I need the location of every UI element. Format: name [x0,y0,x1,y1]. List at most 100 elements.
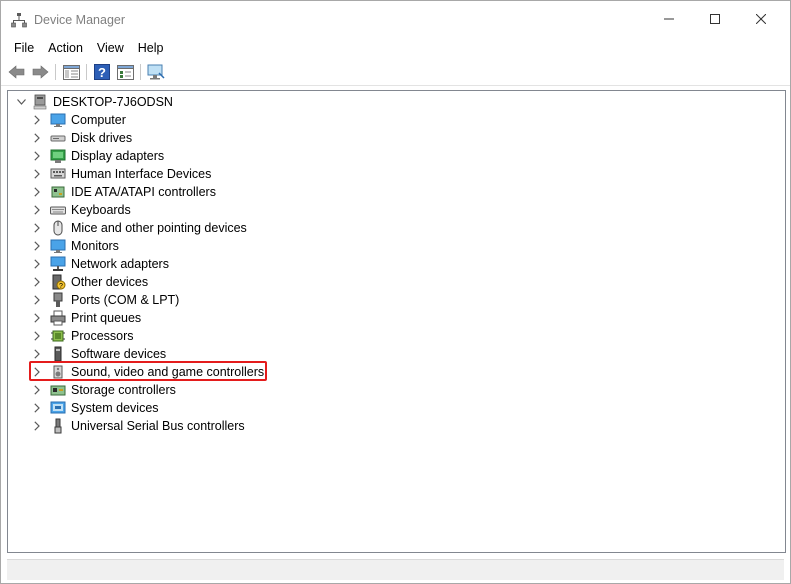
printer-icon [50,310,66,326]
menu-action[interactable]: Action [41,38,90,58]
port-icon [50,292,66,308]
title-bar[interactable]: Device Manager [1,1,790,37]
processor-icon [50,328,66,344]
other-devices-icon: ? [50,274,66,290]
maximize-button[interactable] [692,1,738,37]
chevron-right-icon[interactable] [30,111,44,129]
minimize-button[interactable] [646,1,692,37]
chevron-right-icon[interactable] [30,165,44,183]
tree-category[interactable]: Print queues [30,309,141,327]
tree-category[interactable]: Storage controllers [30,381,176,399]
category-label: Processors [71,329,134,343]
hid-icon [50,166,66,182]
close-button[interactable] [738,1,784,37]
chevron-right-icon[interactable] [30,327,44,345]
category-label: Keyboards [71,203,131,217]
maximize-icon [710,14,720,24]
toolbar-separator [86,64,87,80]
properties-button[interactable] [116,63,134,81]
usb-icon [50,418,66,434]
window-title: Device Manager [34,13,126,27]
chevron-right-icon[interactable] [30,237,44,255]
tree-category[interactable]: Keyboards [30,201,131,219]
system-devices-icon [50,400,66,416]
chevron-right-icon[interactable] [30,147,44,165]
chevron-right-icon[interactable] [30,129,44,147]
forward-button[interactable] [31,63,49,81]
help-button[interactable]: ? [93,63,111,81]
tree-category[interactable]: Human Interface Devices [30,165,211,183]
minimize-icon [664,18,674,20]
category-label: Ports (COM & LPT) [71,293,180,307]
tree-category[interactable]: Ports (COM & LPT) [30,291,179,309]
menu-view[interactable]: View [90,38,131,58]
tree-category[interactable]: Network adapters [30,255,169,273]
tree-category[interactable]: Disk drives [30,129,132,147]
tree-category[interactable]: System devices [30,399,159,417]
tree-category[interactable]: Mice and other pointing devices [30,219,247,237]
tree-category[interactable]: Universal Serial Bus controllers [30,417,245,435]
chevron-right-icon[interactable] [30,273,44,291]
keyboard-icon [50,202,66,218]
close-icon [756,14,766,24]
tree-root-node[interactable]: DESKTOP-7J6ODSN [14,93,173,111]
category-label: Storage controllers [71,383,176,397]
disk-drive-icon [50,130,66,146]
ide-controller-icon [50,184,66,200]
chevron-right-icon[interactable] [30,363,44,381]
category-label: Mice and other pointing devices [71,221,247,235]
chevron-right-icon[interactable] [30,399,44,417]
show-hide-console-tree-button[interactable] [62,63,80,81]
show-hide-console-tree-icon [62,64,80,80]
category-label: Human Interface Devices [71,167,212,181]
tree-category[interactable]: Processors [30,327,134,345]
menu-bar: File Action View Help [1,37,790,59]
tree-category[interactable]: IDE ATA/ATAPI controllers [30,183,216,201]
category-label: Sound, video and game controllers [71,365,265,379]
category-label: Monitors [71,239,119,253]
tree-category[interactable]: Display adapters [30,147,164,165]
computer-icon [50,112,66,128]
monitor-icon [50,238,66,254]
device-manager-window: Device Manager File Action View Help ? D… [0,0,791,584]
category-label: Disk drives [71,131,133,145]
tree-category[interactable]: Sound, video and game controllers [30,363,264,381]
category-label: Print queues [71,311,142,325]
menu-file[interactable]: File [7,38,41,58]
toolbar-separator [140,64,141,80]
display-adapter-icon [50,148,66,164]
speaker-icon [50,364,66,380]
software-device-icon [50,346,66,362]
chevron-right-icon[interactable] [30,255,44,273]
category-label: IDE ATA/ATAPI controllers [71,185,216,199]
chevron-right-icon[interactable] [30,291,44,309]
chevron-down-icon[interactable] [14,93,28,111]
chevron-right-icon[interactable] [30,183,44,201]
scan-hardware-button[interactable] [147,63,165,81]
chevron-right-icon[interactable] [30,417,44,435]
computer-name: DESKTOP-7J6ODSN [53,95,173,109]
toolbar-separator [55,64,56,80]
scan-hardware-icon [147,64,165,79]
forward-arrow-icon [32,65,49,79]
back-button[interactable] [8,63,26,81]
menu-help[interactable]: Help [131,38,171,58]
device-tree[interactable]: DESKTOP-7J6ODSN Computer Disk drives Displ… [7,90,786,553]
tree-category[interactable]: Software devices [30,345,166,363]
chevron-right-icon[interactable] [30,381,44,399]
storage-controller-icon [50,382,66,398]
category-label: Other devices [71,275,149,289]
chevron-right-icon[interactable] [30,201,44,219]
mouse-icon [50,220,66,236]
device-manager-app-icon [11,12,27,28]
category-label: Software devices [71,347,167,361]
tree-category[interactable]: ? Other devices [30,273,148,291]
category-label: Display adapters [71,149,165,163]
chevron-right-icon[interactable] [30,309,44,327]
chevron-right-icon[interactable] [30,345,44,363]
computer-root-icon [32,94,48,110]
category-label: System devices [71,401,159,415]
chevron-right-icon[interactable] [30,219,44,237]
tree-category[interactable]: Computer [30,111,126,129]
tree-category[interactable]: Monitors [30,237,119,255]
